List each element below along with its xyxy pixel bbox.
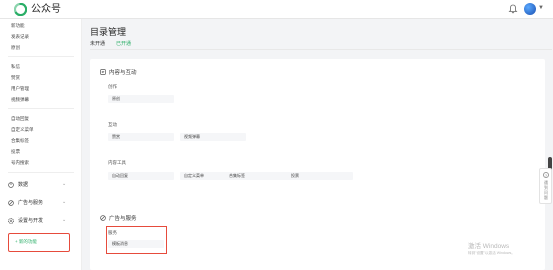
chip-auto-reply[interactable]: 自动回复 <box>108 172 174 180</box>
chevron-down-icon: ⌄ <box>62 199 67 205</box>
sidebar-group-label: 设置与开发 <box>18 218 44 224</box>
sidebar-item-collection-tags[interactable]: 合集标签 <box>11 138 29 144</box>
content-icon <box>100 69 106 75</box>
sidebar-group-settings-dev[interactable]: 设置与开发 ⌄ <box>8 217 74 224</box>
panel-title-text: 广告与服务 <box>109 216 137 222</box>
group-label-interact: 互动 <box>108 122 117 127</box>
group-label-service: 服务 <box>108 230 117 235</box>
chevron-down-icon: ⌄ <box>62 217 67 223</box>
sidebar-item-in-account-search[interactable]: 号内搜索 <box>11 160 29 166</box>
chip-original[interactable]: 原创 <box>108 95 174 103</box>
question-icon: ? <box>543 172 549 178</box>
page-title: 目录管理 <box>90 27 127 37</box>
new-feature-button[interactable]: + 新的功能 <box>8 233 70 252</box>
watermark-line1: 激活 Windows <box>468 243 510 250</box>
chevron-down-icon[interactable]: ▼ <box>538 5 544 11</box>
brand-name: 公众号 <box>31 4 61 15</box>
panel-ads-services: 广告与服务 服务 模板消息 <box>90 204 545 270</box>
sidebar-item-original[interactable]: 原创 <box>11 45 20 51</box>
spacer <box>218 172 222 180</box>
ad-service-icon <box>100 215 106 221</box>
sidebar-group-label: 数据 <box>18 182 29 188</box>
sidebar-item-custom-menu[interactable]: 自定义菜单 <box>11 127 34 133</box>
ad-service-icon <box>8 199 14 206</box>
tab-divider <box>90 49 552 50</box>
panel-content-interaction: 内容与互动 创作 原创 互动 赞赏 视频弹幕 内容工具 自动回复 自定义菜单 合… <box>90 59 545 214</box>
sidebar-group-data[interactable]: 数据 ⌄ <box>8 181 74 188</box>
sidebar-divider <box>8 56 74 57</box>
main-content: 目录管理 未开通 已开通 内容与互动 创作 原创 互动 赞赏 视频弹幕 内容工具… <box>82 19 553 270</box>
sidebar-divider <box>8 108 74 109</box>
windows-activation-watermark: 激活 Windows 转到"设置"以激活 Windows。 <box>468 240 515 256</box>
group-label-create: 创作 <box>108 84 117 89</box>
panel-title-text: 内容与互动 <box>109 70 137 76</box>
new-feature-button-label: + 新的功能 <box>15 239 37 244</box>
top-bar: 公众号 ▼ <box>0 0 553 19</box>
sidebar-item-messages[interactable]: 私信 <box>11 64 20 70</box>
sidebar-item-user-management[interactable]: 用户管理 <box>11 86 29 92</box>
avatar[interactable] <box>524 3 536 15</box>
wechat-mp-logo-icon[interactable] <box>14 3 27 16</box>
settings-icon <box>8 217 14 224</box>
sidebar-item-vote[interactable]: 投票 <box>11 149 20 155</box>
sidebar-item-auto-reply[interactable]: 自动回复 <box>11 116 29 122</box>
panel-title: 内容与互动 <box>100 68 137 76</box>
panel-title: 广告与服务 <box>100 214 137 222</box>
watermark-line2: 转到"设置"以激活 Windows。 <box>468 251 515 255</box>
chip-video-danmaku[interactable]: 视频弹幕 <box>180 133 246 141</box>
group-label-content-tools: 内容工具 <box>108 160 126 165</box>
sidebar: 新功能 发表记录 原创 私信 赞赏 用户管理 视频弹幕 自动回复 自定义菜单 合… <box>0 19 82 270</box>
chip-collection-tags[interactable]: 合集标签 <box>225 172 291 180</box>
sidebar-divider <box>8 172 74 173</box>
sidebar-item-reward[interactable]: 赞赏 <box>11 75 20 81</box>
tab-not-enabled[interactable]: 未开通 <box>90 40 105 47</box>
chevron-down-icon: ⌄ <box>62 181 67 187</box>
bell-icon[interactable] <box>508 4 518 14</box>
help-tab[interactable]: ? 遇到问题 <box>539 168 552 204</box>
sidebar-group-label: 广告与服务 <box>18 200 44 206</box>
chip-template-message[interactable]: 模板消息 <box>108 240 164 248</box>
sidebar-item-video-danmaku[interactable]: 视频弹幕 <box>11 97 29 103</box>
data-icon <box>8 181 14 188</box>
help-tab-label: 遇到问题 <box>544 180 548 200</box>
sidebar-item-publish-records[interactable]: 发表记录 <box>11 34 29 40</box>
chip-reward[interactable]: 赞赏 <box>108 133 174 141</box>
sidebar-group-ad-service[interactable]: 广告与服务 ⌄ <box>8 199 74 206</box>
sidebar-item-new-feature[interactable]: 新功能 <box>11 23 25 29</box>
chip-vote[interactable]: 投票 <box>287 172 353 180</box>
